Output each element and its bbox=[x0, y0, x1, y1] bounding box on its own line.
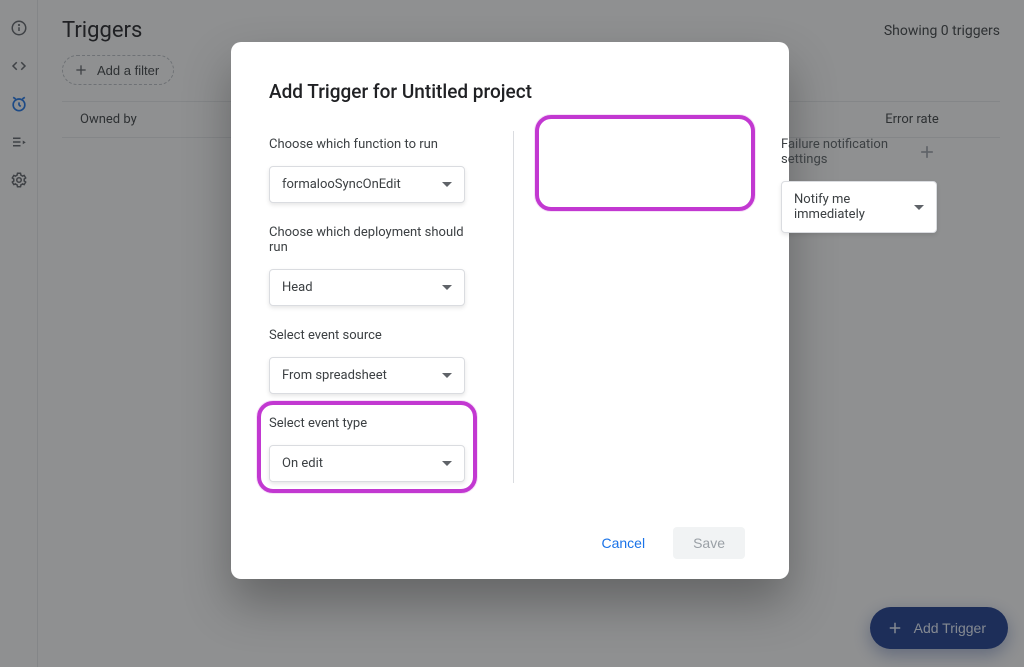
event-source-label: Select event source bbox=[269, 328, 465, 343]
event-type-value: On edit bbox=[282, 456, 323, 471]
field-event-source: Select event source From spreadsheet bbox=[269, 328, 465, 394]
highlight-notification bbox=[535, 115, 755, 211]
dialog-body: Choose which function to run formalooSyn… bbox=[269, 131, 751, 517]
function-select[interactable]: formalooSyncOnEdit bbox=[269, 166, 465, 203]
chevron-down-icon bbox=[442, 461, 452, 466]
field-notification: Failure notification settings Notify me … bbox=[781, 137, 937, 233]
add-trigger-dialog: Add Trigger for Untitled project Choose … bbox=[231, 42, 789, 579]
chevron-down-icon bbox=[442, 182, 452, 187]
chevron-down-icon bbox=[442, 373, 452, 378]
event-type-label: Select event type bbox=[269, 416, 465, 431]
function-label: Choose which function to run bbox=[269, 137, 465, 152]
chevron-down-icon bbox=[442, 285, 452, 290]
deployment-select[interactable]: Head bbox=[269, 269, 465, 306]
function-value: formalooSyncOnEdit bbox=[282, 177, 401, 192]
save-button[interactable]: Save bbox=[673, 527, 745, 559]
event-type-select[interactable]: On edit bbox=[269, 445, 465, 482]
field-event-type: Select event type On edit bbox=[269, 416, 465, 482]
notification-select[interactable]: Notify me immediately bbox=[781, 181, 937, 233]
cancel-button[interactable]: Cancel bbox=[591, 527, 655, 559]
event-source-value: From spreadsheet bbox=[282, 368, 387, 383]
chevron-down-icon bbox=[914, 205, 924, 210]
dialog-actions: Cancel Save bbox=[269, 517, 751, 559]
deployment-label: Choose which deployment should run bbox=[269, 225, 465, 255]
event-source-select[interactable]: From spreadsheet bbox=[269, 357, 465, 394]
column-divider bbox=[513, 131, 514, 483]
field-function: Choose which function to run formalooSyn… bbox=[269, 137, 465, 203]
notification-value: Notify me immediately bbox=[794, 192, 914, 222]
deployment-value: Head bbox=[282, 280, 313, 295]
add-notification-button[interactable] bbox=[917, 141, 937, 163]
dialog-title: Add Trigger for Untitled project bbox=[269, 80, 751, 103]
field-deployment: Choose which deployment should run Head bbox=[269, 225, 465, 306]
notification-label: Failure notification settings bbox=[781, 137, 917, 167]
